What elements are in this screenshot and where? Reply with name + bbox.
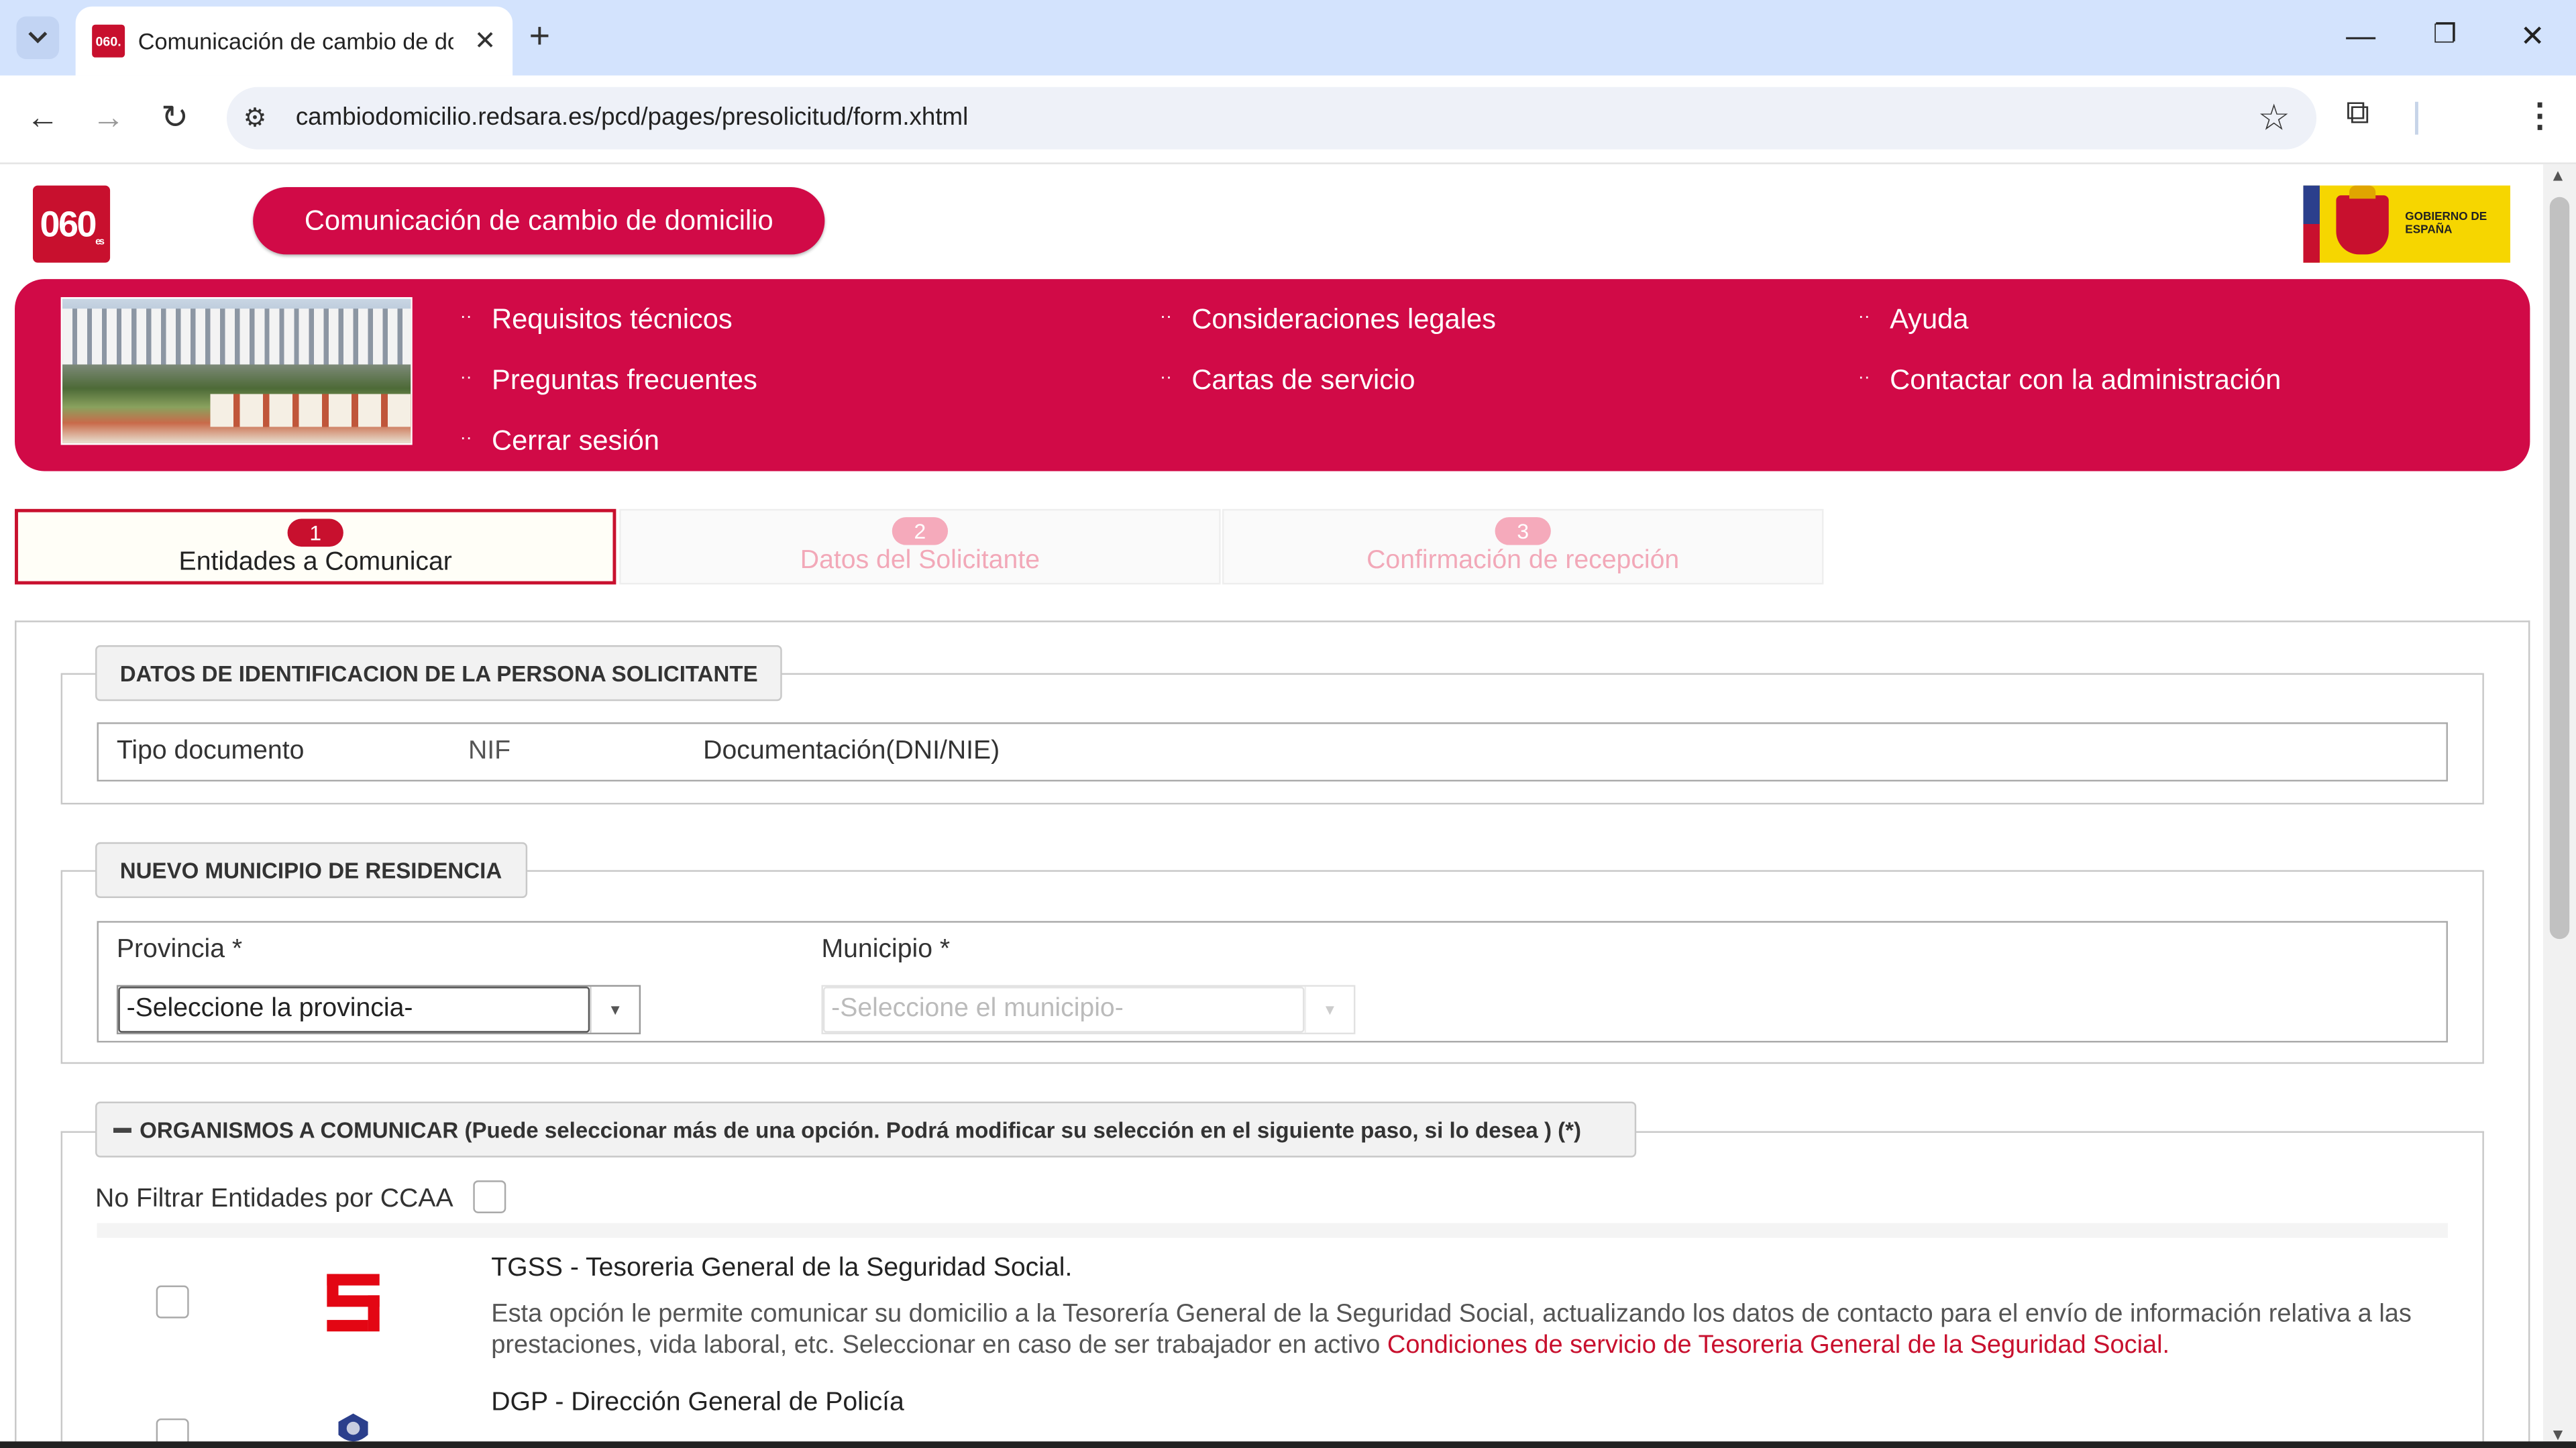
- new-tab-icon[interactable]: +: [529, 15, 550, 56]
- provincia-select-value: -Seleccione la provincia-: [118, 987, 590, 1033]
- municipio-legend: NUEVO MUNICIPIO DE RESIDENCIA: [95, 842, 527, 898]
- tipo-documento-label: Tipo documento: [116, 737, 305, 765]
- minimize-icon[interactable]: —: [2346, 16, 2375, 56]
- nav-requisitos-tecnicos[interactable]: ·· Requisitos técnicos: [460, 304, 733, 337]
- municipio-label: Municipio *: [821, 936, 951, 964]
- tab-title: Comunicación de cambio de do: [138, 27, 453, 54]
- nav-link-label: Cartas de servicio: [1191, 364, 1415, 396]
- identificacion-legend: DATOS DE IDENTIFICACION DE LA PERSONA SO…: [95, 645, 783, 702]
- banner-photo: [60, 297, 413, 445]
- logo-suffix: es: [95, 237, 105, 248]
- step-1[interactable]: 1 Entidades a Comunicar: [15, 508, 616, 585]
- step-label: Datos del Solicitante: [800, 547, 1040, 575]
- restore-icon[interactable]: ❐: [2433, 16, 2457, 56]
- scroll-thumb[interactable]: [2549, 197, 2570, 940]
- nav-link-label: Contactar con la administración: [1890, 364, 2282, 396]
- chevron-down-icon: [28, 32, 48, 44]
- toolbar-divider: [2415, 101, 2418, 135]
- tipo-documento-value: NIF: [468, 737, 511, 765]
- page-title: Comunicación de cambio de domicilio: [253, 187, 825, 255]
- step-label: Entidades a Comunicar: [178, 548, 452, 577]
- tgss-checkbox[interactable]: [156, 1285, 189, 1319]
- coat-of-arms-icon: [2336, 184, 2389, 254]
- documentacion-label: Documentación(DNI/NIE): [703, 737, 1000, 765]
- organismos-fieldset: [60, 1131, 2484, 1448]
- page-scrollbar[interactable]: ▲ ▼: [2543, 164, 2576, 1448]
- flag-icon: [2303, 185, 2320, 263]
- step-label: Confirmación de recepción: [1366, 547, 1680, 575]
- browser-tab[interactable]: 060. Comunicación de cambio de do ✕: [75, 6, 513, 76]
- nav-link-label: Preguntas frecuentes: [492, 364, 757, 396]
- window-bottom-edge: [0, 1441, 2576, 1448]
- tgss-description: Esta opción le permite comunicar su domi…: [491, 1298, 2430, 1361]
- step-3: 3 Confirmación de recepción: [1222, 508, 1824, 585]
- close-window-icon[interactable]: ✕: [2520, 16, 2545, 56]
- extensions-icon[interactable]: ⧉: [2346, 95, 2369, 133]
- nav-consideraciones-legales[interactable]: ·· Consideraciones legales: [1160, 304, 1496, 337]
- url-text[interactable]: cambiodomicilio.redsara.es/pcd/pages/pre…: [296, 103, 968, 131]
- back-icon[interactable]: ←: [26, 99, 59, 138]
- close-tab-icon[interactable]: ✕: [474, 25, 496, 58]
- nav-cartas-de-servicio[interactable]: ·· Cartas de servicio: [1160, 364, 1415, 397]
- forward-icon[interactable]: →: [92, 99, 125, 138]
- municipio-select-value: -Seleccione el municipio-: [822, 987, 1305, 1033]
- step-number: 1: [287, 518, 343, 547]
- browser-menu-icon[interactable]: ⋮: [2524, 95, 2557, 136]
- step-2: 2 Datos del Solicitante: [619, 508, 1221, 585]
- tgss-conditions-link[interactable]: Condiciones de servicio de Tesoreria Gen…: [1387, 1331, 2169, 1359]
- reload-icon[interactable]: ↻: [161, 99, 189, 138]
- nav-cerrar-sesion[interactable]: ·· Cerrar sesión: [460, 425, 659, 458]
- gobierno-logo: GOBIERNO DE ESPAÑA: [2303, 184, 2511, 263]
- nav-preguntas-frecuentes[interactable]: ·· Preguntas frecuentes: [460, 364, 757, 397]
- tgss-title: TGSS - Tesoreria General de la Seguridad…: [491, 1254, 1073, 1282]
- site-info-icon[interactable]: ⚙: [243, 102, 266, 135]
- filtro-ccaa-label: No Filtrar Entidades por CCAA: [95, 1185, 453, 1213]
- gov-logo-text: GOBIERNO DE ESPAÑA: [2405, 211, 2487, 236]
- browser-toolbar: ← → ↻ ⚙ cambiodomicilio.redsara.es/pcd/p…: [0, 75, 2576, 164]
- step-number: 3: [1495, 517, 1551, 545]
- dgp-title: DGP - Dirección General de Policía: [491, 1388, 904, 1417]
- nav-link-label: Requisitos técnicos: [492, 303, 733, 335]
- logo-060[interactable]: 060 es: [32, 185, 111, 263]
- scroll-up-icon[interactable]: ▲: [2550, 168, 2566, 186]
- favicon-icon: 060.: [92, 24, 125, 58]
- tgss-logo-icon: [327, 1274, 380, 1332]
- address-bar[interactable]: ⚙ cambiodomicilio.redsara.es/pcd/pages/p…: [226, 87, 2317, 150]
- logo-text: 060: [40, 203, 97, 244]
- provincia-label: Provincia *: [116, 936, 243, 964]
- nav-ayuda[interactable]: ·· Ayuda: [1858, 304, 1969, 337]
- dropdown-arrow-icon: ▼: [1304, 987, 1353, 1033]
- organismos-legend[interactable]: ORGANISMOS A COMUNICAR (Puede selecciona…: [95, 1101, 1637, 1158]
- dropdown-arrow-icon[interactable]: ▼: [590, 987, 639, 1033]
- identificacion-row: [97, 722, 2448, 782]
- nav-link-label: Ayuda: [1890, 303, 1969, 335]
- step-number: 2: [892, 517, 949, 545]
- organismos-legend-text: ORGANISMOS A COMUNICAR (Puede selecciona…: [140, 1117, 1582, 1142]
- collapse-minus-icon[interactable]: [113, 1127, 131, 1132]
- list-divider: [97, 1223, 2448, 1238]
- nav-link-label: Cerrar sesión: [492, 425, 659, 457]
- nav-link-label: Consideraciones legales: [1191, 303, 1496, 335]
- provincia-select[interactable]: -Seleccione la provincia- ▼: [116, 985, 641, 1035]
- browser-tab-strip: 060. Comunicación de cambio de do ✕ + — …: [0, 0, 2576, 76]
- tab-search-button[interactable]: [16, 16, 60, 60]
- bookmark-star-icon[interactable]: ☆: [2258, 97, 2290, 140]
- nav-contactar[interactable]: ·· Contactar con la administración: [1858, 364, 2281, 397]
- municipio-select: -Seleccione el municipio- ▼: [821, 985, 1356, 1035]
- filtro-ccaa-checkbox[interactable]: [473, 1180, 506, 1213]
